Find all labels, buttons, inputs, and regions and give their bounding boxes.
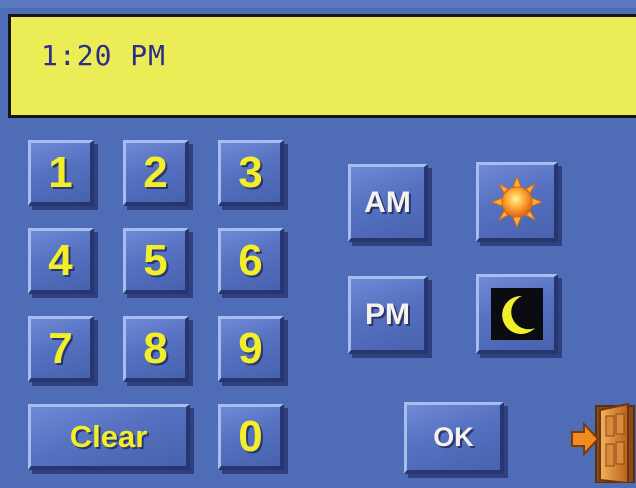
pm-button[interactable]: PM: [348, 276, 428, 354]
ok-button[interactable]: OK: [404, 402, 504, 474]
key-0[interactable]: 0: [218, 404, 284, 470]
key-6-label: 6: [238, 235, 263, 285]
key-7-label: 7: [48, 323, 73, 373]
key-5-label: 5: [143, 235, 168, 285]
key-9-label: 9: [238, 323, 263, 373]
am-button[interactable]: AM: [348, 164, 428, 242]
time-display: 1:20 PM: [8, 14, 636, 118]
ok-button-label: OK: [433, 422, 474, 452]
clear-button[interactable]: Clear: [28, 404, 190, 470]
window-top-edge: [0, 0, 636, 8]
key-1-label: 1: [48, 147, 73, 197]
key-4[interactable]: 4: [28, 228, 94, 294]
key-2-label: 2: [143, 147, 168, 197]
time-display-text: 1:20 PM: [41, 39, 167, 72]
am-button-label: AM: [364, 185, 411, 219]
key-8-label: 8: [143, 323, 168, 373]
key-8[interactable]: 8: [123, 316, 189, 382]
key-3[interactable]: 3: [218, 140, 284, 206]
pm-button-label: PM: [365, 297, 410, 331]
key-2[interactable]: 2: [123, 140, 189, 206]
key-7[interactable]: 7: [28, 316, 94, 382]
key-3-label: 3: [238, 147, 263, 197]
am-sun-button[interactable]: [476, 162, 558, 242]
exit-button[interactable]: [570, 402, 636, 485]
exit-door-icon: [571, 402, 635, 485]
key-4-label: 4: [48, 235, 73, 285]
clear-button-label: Clear: [69, 418, 148, 454]
key-9[interactable]: 9: [218, 316, 284, 382]
key-1[interactable]: 1: [28, 140, 94, 206]
key-0-label: 0: [238, 411, 263, 461]
sun-icon: [490, 175, 543, 228]
key-5[interactable]: 5: [123, 228, 189, 294]
pm-moon-button[interactable]: [476, 274, 558, 354]
key-6[interactable]: 6: [218, 228, 284, 294]
moon-icon: [490, 287, 543, 340]
